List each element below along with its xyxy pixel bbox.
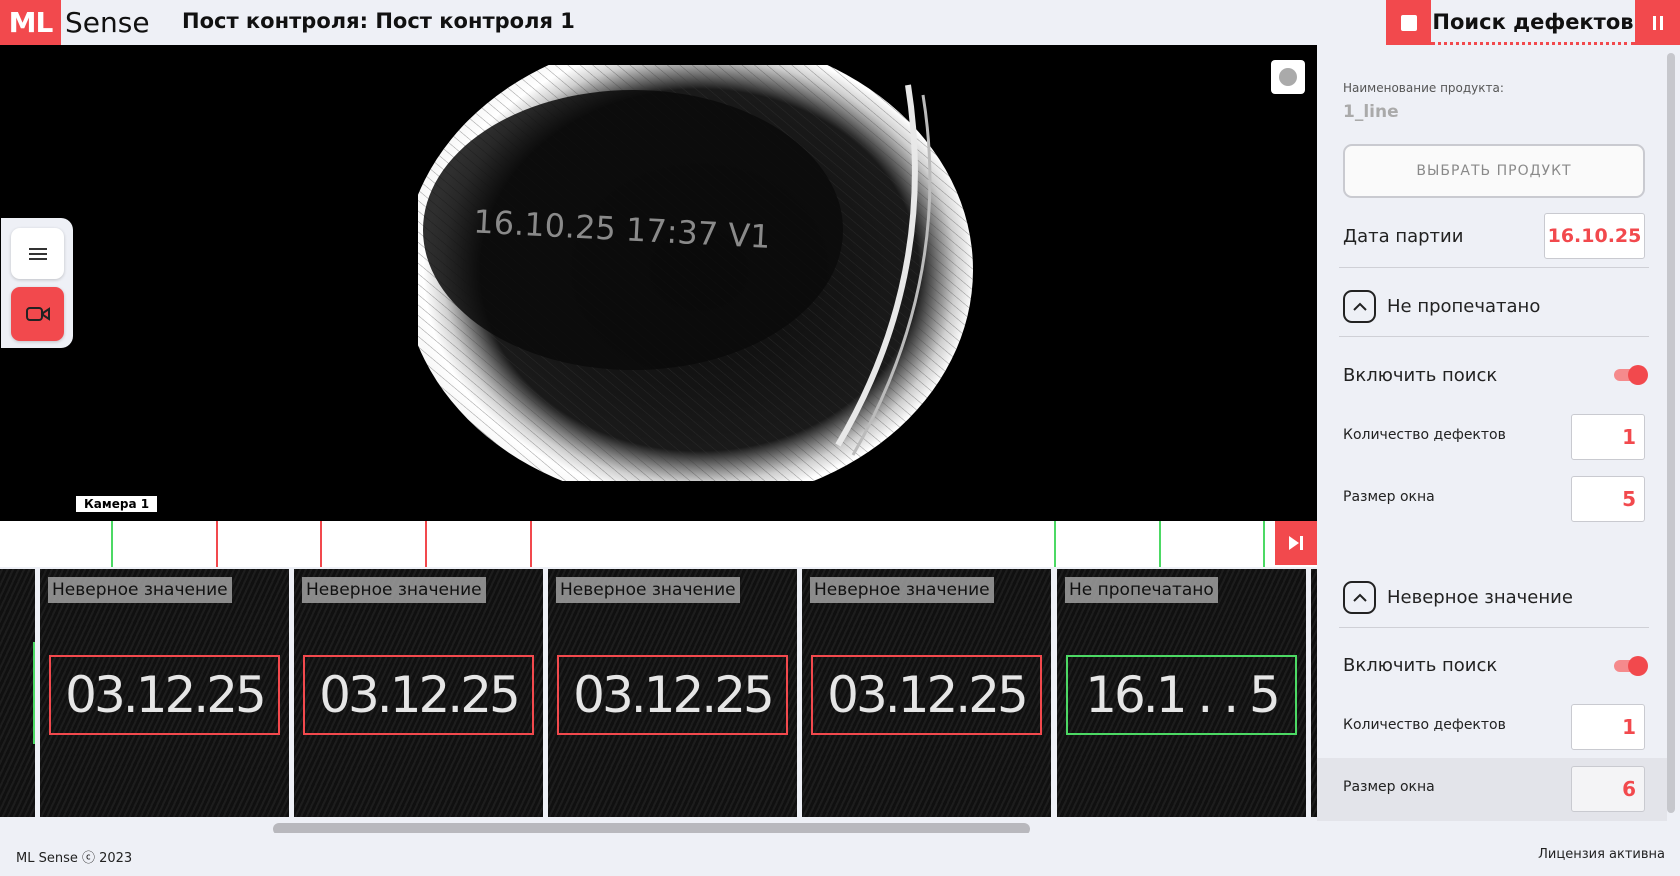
enable-search-toggle[interactable] bbox=[1614, 365, 1648, 385]
thumbnail-partial-marker bbox=[33, 642, 35, 744]
toggle-knob bbox=[1628, 365, 1648, 385]
skip-to-end-button[interactable] bbox=[1275, 521, 1317, 565]
window-size-field[interactable]: 6 bbox=[1571, 766, 1645, 812]
defect-count-label: Количество дефектов bbox=[1343, 717, 1506, 733]
defect-count-label: Количество дефектов bbox=[1343, 427, 1506, 443]
enable-search-label: Включить поиск bbox=[1343, 655, 1498, 676]
camera-view: 16.10.25 17:37 V1 Камера 1 bbox=[0, 45, 1317, 521]
divider bbox=[1339, 627, 1649, 628]
thumbnail[interactable]: Неверное значение 03.12.25 bbox=[802, 569, 1051, 817]
timeline-tick[interactable] bbox=[320, 521, 322, 567]
settings-scrollbar-thumb[interactable] bbox=[1667, 53, 1675, 813]
stop-icon bbox=[1400, 14, 1417, 31]
camera-label: Камера 1 bbox=[76, 496, 158, 512]
thumbnail-label: Неверное значение bbox=[556, 577, 740, 603]
header: ML Sense Пост контроля: Пост контроля 1 … bbox=[0, 0, 1680, 45]
timeline-tick[interactable] bbox=[111, 521, 113, 567]
thumbnail[interactable]: Не пропечатано 16.1 . . 5 bbox=[1057, 569, 1306, 817]
batch-date-label: Дата партии bbox=[1343, 226, 1464, 247]
timeline-tick[interactable] bbox=[1159, 521, 1161, 567]
hamburger-icon bbox=[28, 247, 47, 260]
thumbnail[interactable]: Неверное значение 03.12.25 bbox=[548, 569, 797, 817]
window-size-field[interactable]: 5 bbox=[1571, 476, 1645, 522]
pause-button[interactable] bbox=[1635, 0, 1680, 45]
window-size-label: Размер окна bbox=[1343, 779, 1435, 795]
thumbnail-detection-box: 03.12.25 bbox=[49, 655, 280, 735]
thumbnail-label: Неверное значение bbox=[810, 577, 994, 603]
thumbnail-strip: Неверное значение 03.12.25 Неверное знач… bbox=[0, 567, 1317, 821]
settings-scrollbar[interactable] bbox=[1667, 45, 1677, 821]
logo: ML Sense bbox=[0, 0, 150, 45]
thumbnail-label: Не пропечатано bbox=[1065, 577, 1218, 603]
chevron-up-icon[interactable] bbox=[1343, 580, 1376, 614]
defect-count-field[interactable]: 1 bbox=[1571, 704, 1645, 750]
timeline-tick[interactable] bbox=[530, 521, 532, 567]
video-camera-icon bbox=[25, 307, 50, 321]
footer-license-status: Лицензия активна bbox=[1538, 847, 1665, 862]
window-size-label: Размер окна bbox=[1343, 489, 1435, 505]
tool-panel bbox=[1, 218, 73, 348]
thumbnail[interactable]: Неверное значение 03.12.25 bbox=[40, 569, 289, 817]
logo-sense: Sense bbox=[65, 6, 150, 39]
logo-ml: ML bbox=[0, 0, 61, 45]
batch-date-field[interactable]: 16.10.25 bbox=[1544, 213, 1645, 259]
camera-frame: 16.10.25 17:37 V1 bbox=[418, 65, 974, 481]
section-header-not-printed[interactable]: Не пропечатано bbox=[1343, 289, 1540, 323]
select-product-button[interactable]: ВЫБРАТЬ ПРОДУКТ bbox=[1343, 144, 1645, 198]
thumbnail-detection-box: 03.12.25 bbox=[811, 655, 1042, 735]
defect-count-field[interactable]: 1 bbox=[1571, 414, 1645, 460]
thumbnail-label: Неверное значение bbox=[48, 577, 232, 603]
section-title: Не пропечатано bbox=[1387, 295, 1541, 317]
thumbnail[interactable]: Неверное значение 03.12.25 bbox=[294, 569, 543, 817]
timeline[interactable] bbox=[0, 521, 1317, 567]
page-title: Пост контроля: Пост контроля 1 bbox=[182, 9, 575, 33]
section-title: Неверное значение bbox=[1387, 586, 1573, 608]
record-button[interactable] bbox=[1271, 60, 1305, 94]
toggle-knob bbox=[1628, 656, 1648, 676]
mode-title[interactable]: Поиск дефектов bbox=[1431, 0, 1635, 45]
timeline-tick[interactable] bbox=[1263, 521, 1265, 567]
thumbnail-detection-box: 03.12.25 bbox=[557, 655, 788, 735]
timeline-tick[interactable] bbox=[425, 521, 427, 567]
footer: ML Sense ⓒ 2023 Лицензия активна bbox=[0, 833, 1680, 876]
enable-search-label: Включить поиск bbox=[1343, 365, 1498, 386]
timeline-tick[interactable] bbox=[216, 521, 218, 567]
timeline-tick[interactable] bbox=[1054, 521, 1056, 567]
product-name-label: Наименование продукта: bbox=[1343, 81, 1504, 95]
product-name-value: 1_line bbox=[1343, 102, 1399, 122]
skip-end-icon bbox=[1289, 536, 1303, 550]
record-icon bbox=[1279, 68, 1297, 86]
section-header-wrong-value[interactable]: Неверное значение bbox=[1343, 580, 1573, 614]
pause-icon-bar bbox=[1659, 15, 1663, 30]
thumbnail-detection-box: 03.12.25 bbox=[303, 655, 534, 735]
camera-image: 16.10.25 17:37 V1 bbox=[418, 65, 974, 481]
thumbnail-scrollbar[interactable] bbox=[0, 821, 1317, 835]
settings-panel: Наименование продукта: 1_line ВЫБРАТЬ ПР… bbox=[1317, 45, 1680, 821]
thumbnail-texture bbox=[0, 569, 35, 817]
footer-copyright: ML Sense ⓒ 2023 bbox=[16, 851, 133, 866]
menu-button[interactable] bbox=[11, 228, 64, 279]
divider bbox=[1339, 267, 1649, 268]
thumbnail-partial[interactable] bbox=[0, 569, 35, 817]
enable-search-toggle[interactable] bbox=[1614, 656, 1648, 676]
thumbnail-label: Неверное значение bbox=[302, 577, 486, 603]
divider bbox=[1339, 336, 1649, 337]
camera-button[interactable] bbox=[11, 287, 64, 341]
thumbnail-detection-box: 16.1 . . 5 bbox=[1066, 655, 1297, 735]
pause-icon bbox=[1652, 15, 1656, 30]
chevron-up-icon[interactable] bbox=[1343, 289, 1376, 323]
stop-button[interactable] bbox=[1386, 0, 1431, 45]
app-root: ML Sense Пост контроля: Пост контроля 1 … bbox=[0, 0, 1680, 876]
